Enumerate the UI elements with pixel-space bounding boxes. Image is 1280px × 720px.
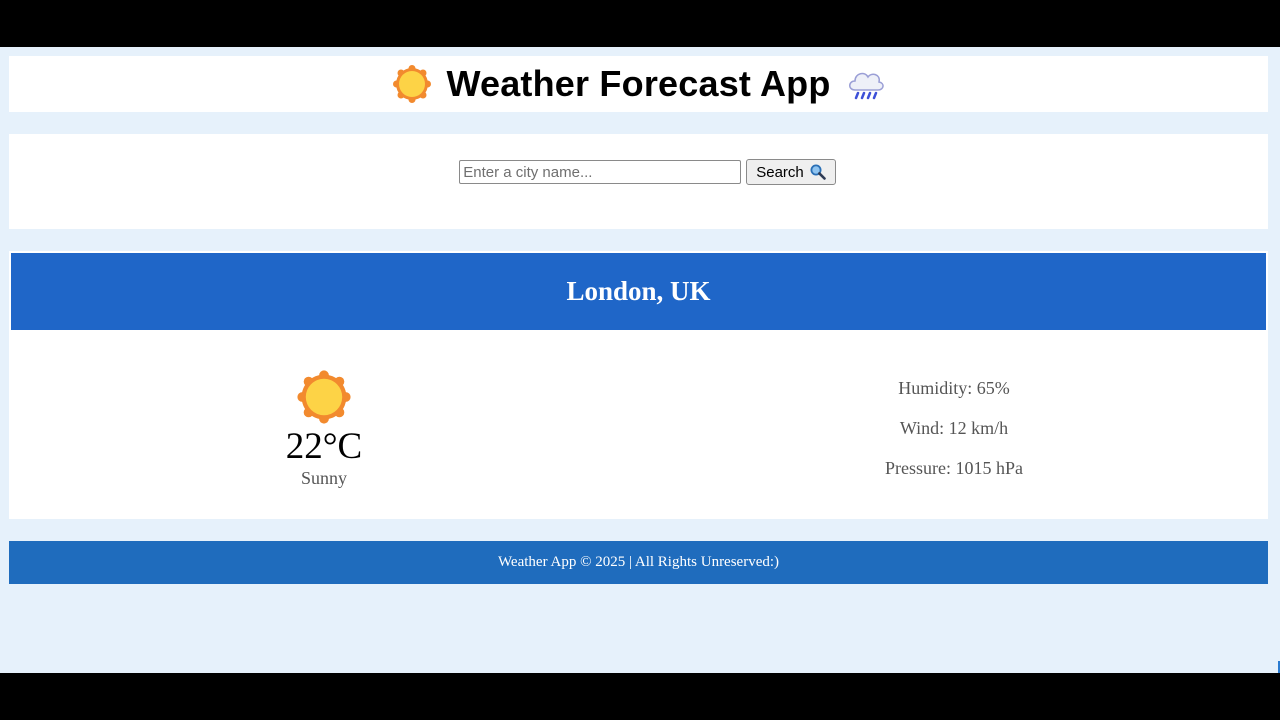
current-conditions: 22°C Sunny <box>249 369 399 489</box>
search-button-label: Search <box>756 163 804 181</box>
weather-card: London, UK 22°C Sunny Humidity: 65% Wind… <box>9 251 1268 519</box>
pressure-value: Pressure: 1015 hPa <box>885 458 1023 478</box>
temperature: 22°C <box>285 426 363 467</box>
weather-details: Humidity: 65% Wind: 12 km/h Pressure: 10… <box>809 375 1099 495</box>
wind-value: Wind: 12 km/h <box>899 418 1009 438</box>
sun-icon <box>297 370 351 424</box>
humidity-value: Humidity: 65% <box>898 378 1010 398</box>
magnifier-icon <box>810 164 826 180</box>
page-title: Weather Forecast App <box>446 63 831 104</box>
city-banner: London, UK <box>11 253 1266 330</box>
app-header: Weather Forecast App <box>9 56 1268 112</box>
weather-condition: Sunny <box>300 468 347 488</box>
footer-text: Weather App © 2025 | All Rights Unreserv… <box>497 554 780 570</box>
app-footer: Weather App © 2025 | All Rights Unreserv… <box>9 541 1268 584</box>
app-viewport: Weather Forecast App Search L <box>0 47 1280 673</box>
search-panel: Search <box>9 134 1268 229</box>
city-name: London, UK <box>566 276 711 306</box>
sun-icon <box>393 65 432 103</box>
search-button[interactable]: Search <box>746 159 836 185</box>
search-row: Search <box>9 159 1268 185</box>
rain-cloud-icon <box>848 72 884 100</box>
city-search-input[interactable] <box>459 160 742 184</box>
